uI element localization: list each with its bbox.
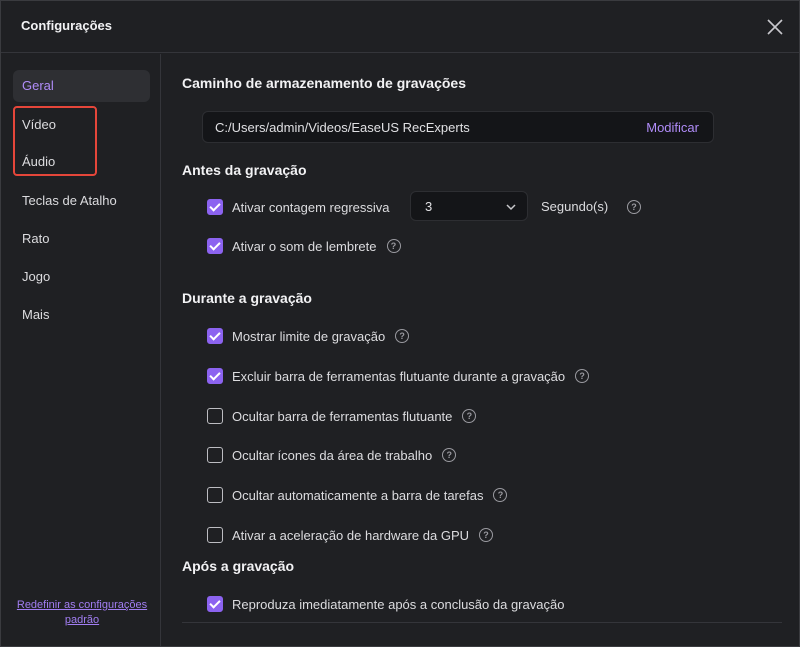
storage-path-value: C:/Users/admin/Videos/EaseUS RecExperts bbox=[215, 120, 470, 135]
option-row: Ocultar barra de ferramentas flutuante ? bbox=[207, 406, 477, 426]
help-icon[interactable]: ? bbox=[493, 488, 508, 502]
option-row: Ocultar ícones da área de trabalho ? bbox=[207, 445, 457, 465]
title-bar: Configurações bbox=[1, 1, 799, 53]
option-label: Ocultar automaticamente a barra de taref… bbox=[232, 487, 484, 503]
close-icon[interactable] bbox=[765, 17, 785, 37]
countdown-unit-label: Segundo(s) bbox=[541, 199, 609, 214]
highlight-annotation-box bbox=[13, 106, 97, 176]
countdown-label: Ativar contagem regressiva bbox=[232, 199, 390, 215]
after-section-title: Após a gravação bbox=[182, 558, 295, 574]
option-label: Ocultar barra de ferramentas flutuante bbox=[232, 408, 453, 424]
divider bbox=[182, 622, 782, 623]
sidebar-item-game[interactable]: Jogo bbox=[13, 261, 150, 293]
reset-defaults-link[interactable]: Redefinir as configurações padrão bbox=[9, 598, 155, 628]
sidebar-item-more[interactable]: Mais bbox=[13, 299, 150, 331]
option-label: Excluir barra de ferramentas flutuante d… bbox=[232, 368, 566, 384]
option-label: Ativar a aceleração de hardware da GPU bbox=[232, 527, 470, 543]
countdown-select-value: 3 bbox=[425, 199, 433, 214]
hide-desktop-icons-checkbox[interactable] bbox=[207, 447, 223, 463]
help-icon[interactable]: ? bbox=[462, 409, 477, 423]
sidebar: Geral Vídeo Áudio Teclas de Atalho Rato … bbox=[1, 54, 161, 646]
countdown-row: Ativar contagem regressiva bbox=[207, 197, 390, 217]
storage-path-field: C:/Users/admin/Videos/EaseUS RecExperts … bbox=[202, 111, 714, 143]
modify-path-button[interactable]: Modificar bbox=[646, 120, 699, 135]
autoplay-label: Reproduza imediatamente após a conclusão… bbox=[232, 596, 565, 612]
option-row: Ocultar automaticamente a barra de taref… bbox=[207, 485, 508, 505]
settings-window: Configurações Geral Vídeo Áudio Teclas d… bbox=[0, 0, 800, 647]
option-row: Ativar a aceleração de hardware da GPU ? bbox=[207, 525, 494, 545]
general-settings-panel: Caminho de armazenamento de gravações C:… bbox=[162, 54, 799, 646]
countdown-checkbox[interactable] bbox=[207, 199, 223, 215]
reminder-row: Ativar o som de lembrete ? bbox=[207, 236, 401, 256]
option-label: Ocultar ícones da área de trabalho bbox=[232, 447, 433, 463]
during-section-title: Durante a gravação bbox=[182, 290, 312, 306]
before-section-title: Antes da gravação bbox=[182, 162, 307, 178]
option-label: Mostrar limite de gravação bbox=[232, 328, 386, 344]
storage-section-title: Caminho de armazenamento de gravações bbox=[182, 75, 466, 91]
help-icon[interactable]: ? bbox=[395, 329, 410, 343]
gpu-acceleration-checkbox[interactable] bbox=[207, 527, 223, 543]
help-icon[interactable]: ? bbox=[386, 239, 401, 253]
autoplay-checkbox[interactable] bbox=[207, 596, 223, 612]
exclude-toolbar-checkbox[interactable] bbox=[207, 368, 223, 384]
help-icon[interactable]: ? bbox=[442, 448, 457, 462]
help-icon[interactable]: ? bbox=[575, 369, 590, 383]
option-row: Excluir barra de ferramentas flutuante d… bbox=[207, 366, 590, 386]
countdown-select[interactable]: 3 bbox=[410, 191, 528, 221]
window-title: Configurações bbox=[21, 18, 113, 33]
option-row: Mostrar limite de gravação ? bbox=[207, 326, 410, 346]
auto-hide-taskbar-checkbox[interactable] bbox=[207, 487, 223, 503]
help-icon[interactable]: ? bbox=[627, 200, 641, 214]
hide-toolbar-checkbox[interactable] bbox=[207, 408, 223, 424]
chevron-down-icon bbox=[506, 204, 516, 211]
reminder-checkbox[interactable] bbox=[207, 238, 223, 254]
help-icon[interactable]: ? bbox=[479, 528, 494, 542]
autoplay-row: Reproduza imediatamente após a conclusão… bbox=[207, 594, 564, 614]
sidebar-item-mouse[interactable]: Rato bbox=[13, 223, 150, 255]
sidebar-item-geral[interactable]: Geral bbox=[13, 70, 150, 102]
sidebar-item-hotkeys[interactable]: Teclas de Atalho bbox=[13, 185, 150, 217]
show-recording-border-checkbox[interactable] bbox=[207, 328, 223, 344]
reminder-label: Ativar o som de lembrete bbox=[232, 238, 377, 254]
